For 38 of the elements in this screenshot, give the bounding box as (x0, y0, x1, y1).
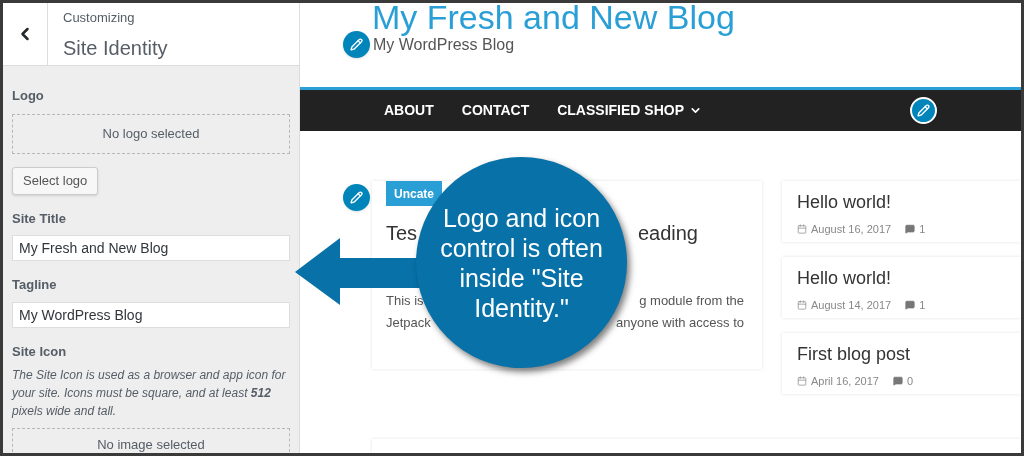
comment-icon (905, 224, 916, 235)
section-label: Site Icon (12, 342, 68, 361)
recent-post-title[interactable]: Hello world! (797, 189, 1006, 216)
recent-post-title[interactable]: First blog post (797, 341, 1006, 368)
nav-link[interactable]: CLASSIFIED SHOP (557, 100, 702, 121)
post-title: eading (637, 221, 698, 246)
comment-count: 0 (906, 374, 913, 389)
text-field[interactable]: My WordPress Blog (12, 301, 290, 328)
comment-icon (892, 376, 903, 387)
field-label: Tagline (12, 276, 58, 294)
calendar-icon (797, 300, 807, 311)
calendar-icon (797, 376, 807, 387)
recent-post-title[interactable]: Hello world! (797, 265, 1006, 292)
field-label: Site Title (12, 209, 67, 228)
post-title: Tes (386, 221, 418, 246)
edit-button[interactable] (910, 97, 937, 124)
calendar-icon (797, 224, 807, 235)
post-date: April 16, 2017 (811, 374, 879, 389)
site-tagline: My WordPress Blog (373, 35, 515, 55)
site-icon-field[interactable]: No image selected (12, 428, 290, 453)
post-excerpt: g module from the (639, 292, 744, 310)
panel-context: Customizing (63, 9, 136, 27)
post-date: August 14, 2017 (811, 298, 892, 313)
text-field[interactable]: My Fresh and New Blog (12, 235, 290, 261)
nav-link[interactable]: CONTACT (461, 100, 530, 121)
pencil-icon (917, 104, 930, 117)
section-label: Logo (12, 87, 45, 105)
logo-field[interactable]: No logo selected (12, 113, 290, 154)
comment-count: 1 (919, 298, 926, 313)
pencil-icon (350, 191, 363, 204)
comment-count: 1 (919, 222, 926, 237)
panel-title: Site Identity (63, 35, 168, 61)
comment-icon (905, 300, 916, 311)
nav-link[interactable]: ABOUT (384, 100, 434, 121)
select-logo-button[interactable]: Select logo (12, 166, 99, 195)
site-icon-description: The Site Icon is used as a browser and app icon for your site. Icons must be square, and at least 512 pixels wide and tall. (12, 367, 287, 420)
post-date: August 16, 2017 (811, 222, 892, 237)
pencil-icon (350, 38, 363, 51)
